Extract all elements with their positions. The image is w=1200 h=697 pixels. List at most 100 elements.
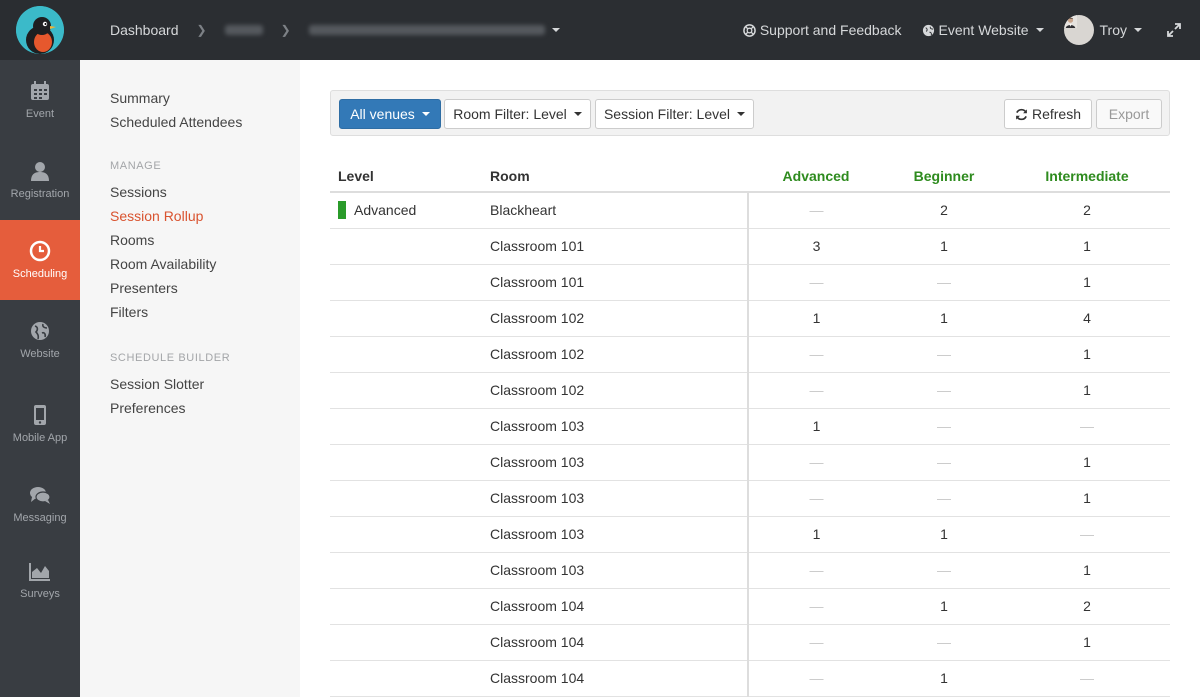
subnav-item-summary[interactable]: Summary (80, 86, 300, 110)
breadcrumb-page-blurred[interactable] (308, 25, 545, 35)
cell-intermediate: — (1004, 516, 1170, 553)
user-menu[interactable]: Troy (1063, 15, 1142, 45)
subnav-item-session-slotter[interactable]: Session Slotter (80, 372, 300, 396)
breadcrumb: Dashboard ❯ ❯ (110, 22, 560, 38)
area-chart-icon (29, 563, 50, 581)
cell-advanced: 3 (747, 228, 884, 265)
cell-level (330, 624, 490, 661)
table-row: Classroom 102 1 1 4 (330, 300, 1170, 337)
cell-advanced: — (747, 372, 884, 409)
cell-level (330, 228, 490, 265)
cell-beginner: — (884, 408, 1004, 445)
session-filter-label: Session Filter: Level (603, 106, 731, 122)
breadcrumb-separator: ❯ (280, 23, 291, 37)
column-header-level[interactable]: Level (330, 160, 490, 193)
cell-intermediate: 2 (1004, 588, 1170, 625)
cell-room: Classroom 102 (490, 300, 748, 337)
cell-room: Classroom 103 (490, 444, 748, 481)
table-header-row: Level Room Advanced Beginner Intermediat… (330, 160, 1170, 193)
subnav-item-scheduled-attendees[interactable]: Scheduled Attendees (80, 110, 300, 134)
phone-icon (34, 405, 46, 425)
rail-label-mobile-app: Mobile App (12, 432, 68, 444)
filter-toolbar: All venues Room Filter: Level Session Fi… (330, 90, 1170, 136)
column-header-beginner[interactable]: Beginner (884, 160, 1004, 193)
calendar-icon (31, 81, 49, 100)
cell-beginner: 1 (884, 300, 1004, 337)
table-row: Classroom 101— —1 (330, 264, 1170, 301)
rail-label-messaging: Messaging (13, 512, 67, 524)
all-venues-dropdown[interactable]: All venues (339, 99, 441, 129)
cell-level (330, 336, 490, 373)
subnav-item-session-rollup[interactable]: Session Rollup (80, 204, 300, 228)
cell-advanced: 1 (747, 516, 884, 553)
table-row: Classroom 104—1— (330, 660, 1170, 697)
chevron-down-icon (737, 112, 746, 116)
cell-level (330, 588, 490, 625)
cell-advanced: 1 (747, 408, 884, 445)
rail-item-event[interactable]: Event (0, 60, 80, 140)
subnav-item-rooms[interactable]: Rooms (80, 228, 300, 252)
cell-level (330, 264, 490, 301)
cell-intermediate: 1 (1004, 228, 1170, 265)
cell-intermediate: 1 (1004, 336, 1170, 373)
cell-advanced: — (747, 264, 884, 301)
rail-label-event: Event (25, 108, 55, 120)
cell-beginner: 1 (884, 588, 1004, 625)
table-row: Classroom 103— —1 (330, 444, 1170, 481)
rail-label-scheduling: Scheduling (12, 268, 68, 280)
support-feedback-link[interactable]: Support and Feedback (743, 22, 902, 38)
cell-intermediate: 1 (1004, 480, 1170, 517)
robin-logo[interactable] (16, 6, 64, 54)
subnav-item-presenters[interactable]: Presenters (80, 276, 300, 300)
column-header-advanced[interactable]: Advanced (748, 160, 884, 193)
secondary-nav: Summary Scheduled Attendees MANAGE Sessi… (80, 60, 300, 697)
refresh-button[interactable]: Refresh (1004, 99, 1092, 129)
main-content: All venues Room Filter: Level Session Fi… (300, 60, 1200, 697)
expand-button[interactable] (1160, 23, 1188, 37)
cell-room: Classroom 103 (490, 408, 748, 445)
chevron-down-icon (1134, 28, 1142, 32)
breadcrumb-dashboard[interactable]: Dashboard (110, 22, 179, 38)
rail-label-website: Website (20, 348, 60, 360)
cell-intermediate: 1 (1004, 552, 1170, 589)
column-header-room[interactable]: Room (490, 160, 748, 193)
export-button[interactable]: Export (1096, 99, 1162, 129)
room-filter-dropdown[interactable]: Room Filter: Level (444, 99, 591, 129)
logo-container (0, 0, 80, 60)
table-row: Classroom 102— —1 (330, 372, 1170, 409)
rail-item-website[interactable]: Website (0, 300, 80, 380)
cell-beginner: 1 (884, 660, 1004, 697)
rail-item-messaging[interactable]: Messaging (0, 468, 80, 540)
subnav-item-filters[interactable]: Filters (80, 300, 300, 324)
session-filter-dropdown[interactable]: Session Filter: Level (595, 99, 754, 129)
header-actions: Support and Feedback Event Website Troy (743, 0, 1200, 60)
cell-advanced: 1 (747, 300, 884, 337)
subnav-item-preferences[interactable]: Preferences (80, 396, 300, 420)
cell-level (330, 516, 490, 553)
globe-icon (31, 322, 49, 340)
cell-room: Classroom 104 (490, 624, 748, 661)
rail-item-mobile-app[interactable]: Mobile App (0, 380, 80, 468)
cell-intermediate: 1 (1004, 444, 1170, 481)
user-name: Troy (1099, 22, 1127, 38)
event-website-menu[interactable]: Event Website (922, 22, 1044, 38)
cell-beginner: — (884, 444, 1004, 481)
rail-item-registration[interactable]: Registration (0, 140, 80, 220)
table-row: Classroom 104— —1 (330, 624, 1170, 661)
icon-rail: Event Registration Scheduling Website Mo… (0, 0, 80, 697)
table-row: Classroom 103— —1 (330, 552, 1170, 589)
column-header-intermediate[interactable]: Intermediate (1004, 160, 1170, 193)
cell-level (330, 444, 490, 481)
cell-intermediate: 4 (1004, 300, 1170, 337)
rail-item-scheduling[interactable]: Scheduling (0, 220, 80, 300)
breadcrumb-event-blurred[interactable] (224, 25, 263, 35)
cell-room: Classroom 101 (490, 228, 748, 265)
subnav-item-sessions[interactable]: Sessions (80, 180, 300, 204)
subnav-item-room-availability[interactable]: Room Availability (80, 252, 300, 276)
breadcrumb-separator: ❯ (196, 23, 207, 37)
cell-advanced: — (747, 660, 884, 697)
cell-beginner: — (884, 336, 1004, 373)
rail-item-surveys[interactable]: Surveys (0, 540, 80, 620)
person-icon (31, 162, 49, 181)
chevron-down-icon[interactable] (551, 28, 560, 32)
